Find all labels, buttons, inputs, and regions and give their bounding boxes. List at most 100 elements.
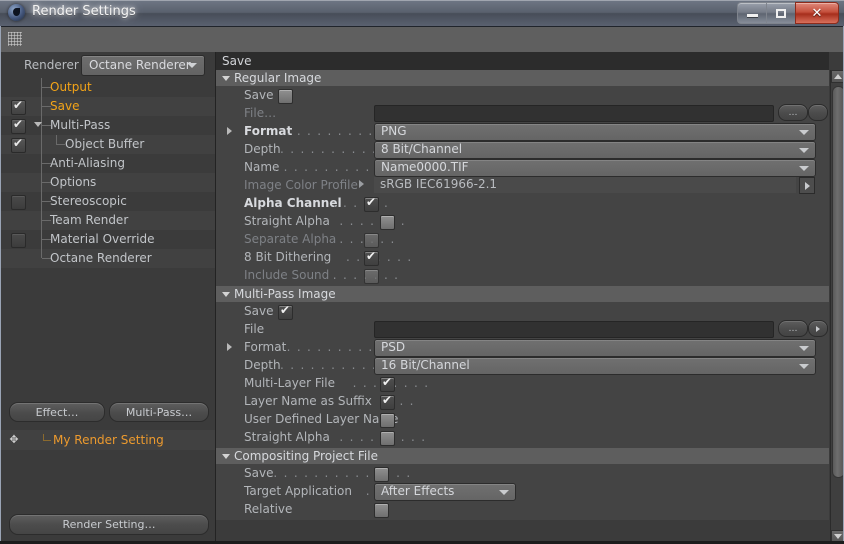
file-path-input[interactable] — [374, 105, 774, 122]
setting-checkbox[interactable] — [380, 215, 395, 230]
setting-checkbox[interactable] — [374, 467, 389, 482]
sidebar-item-octane-renderer[interactable]: Octane Renderer — [1, 249, 215, 268]
setting-checkbox[interactable] — [278, 303, 293, 320]
file-path-input[interactable] — [374, 321, 774, 338]
setting-checkbox[interactable] — [380, 375, 395, 392]
setting-checkbox[interactable] — [374, 503, 389, 518]
expander-triangle-icon[interactable] — [227, 343, 232, 351]
setting-label: File — [244, 322, 265, 336]
tree-connector — [43, 440, 51, 441]
file-options-button[interactable] — [808, 320, 828, 337]
panel-menubar[interactable] — [1, 27, 843, 53]
render-settings-window: Render Settings ✕ Renderer Octane Render… — [0, 0, 844, 544]
sidebar-item-team-render[interactable]: Team Render — [1, 211, 215, 230]
file-options-button[interactable] — [808, 104, 828, 121]
chevron-down-icon — [799, 346, 809, 351]
drag-grip-icon[interactable] — [8, 32, 22, 46]
setting-row: Image Color Profile sRGB IEC61966-2.1 — [216, 176, 829, 194]
setting-checkbox[interactable] — [380, 393, 395, 410]
setting-dropdown[interactable]: 16 Bit/Channel — [374, 357, 816, 375]
scrollbar-thumb[interactable] — [832, 86, 843, 478]
setting-label: Depth — [244, 142, 281, 156]
setting-checkbox[interactable] — [364, 195, 379, 212]
setting-checkbox[interactable] — [364, 233, 379, 248]
setting-label: Save — [244, 304, 274, 318]
setting-label: Depth — [244, 358, 281, 372]
scroll-up-button[interactable] — [831, 70, 843, 83]
render-setting-button[interactable]: Render Setting… — [9, 514, 209, 535]
group-header-label: Compositing Project File — [234, 449, 378, 463]
color-profile-menu-button[interactable] — [799, 177, 815, 194]
setting-label: Save — [244, 88, 274, 102]
setting-row: Include Sound. . . . . . . — [216, 266, 829, 284]
effect-button[interactable]: Effect… — [9, 402, 105, 422]
setting-dropdown[interactable]: Name0000.TIF — [374, 159, 816, 177]
setting-row: Depth. . . . . . . . . . . . . 16 Bit/Cha… — [216, 356, 829, 375]
setting-row: Name. . . . . . . . . . . . . Name0000.TI… — [216, 158, 829, 177]
sidebar-item-stereoscopic[interactable]: Stereoscopic — [1, 192, 215, 211]
setting-row: User Defined Layer Name — [216, 410, 829, 428]
expander-triangle-icon[interactable] — [227, 127, 232, 135]
close-button[interactable]: ✕ — [795, 2, 839, 24]
settings-sidebar: Renderer Octane Renderer Output Save Multi… — [1, 52, 216, 543]
setting-label: User Defined Layer Name — [244, 412, 399, 426]
setting-checkbox[interactable] — [380, 413, 395, 428]
setting-checkbox[interactable] — [364, 269, 379, 284]
settings-tree: Output Save Multi-Pass Object Buffer Anti-Al… — [1, 78, 215, 398]
setting-dropdown[interactable]: PSD — [374, 339, 816, 357]
group-header-label: Regular Image — [234, 71, 322, 85]
expander-triangle-icon[interactable] — [34, 122, 42, 127]
sidebar-item-label: Octane Renderer — [50, 251, 152, 265]
setting-checkbox[interactable] — [380, 431, 395, 446]
chevron-down-icon[interactable] — [222, 454, 230, 459]
current-render-setting-row[interactable]: ✥ My Render Setting — [1, 430, 215, 450]
sidebar-item-checkbox[interactable] — [11, 136, 26, 153]
vertical-scrollbar[interactable] — [830, 70, 843, 543]
window-titlebar: Render Settings ✕ — [0, 0, 844, 27]
setting-dropdown[interactable]: PNG — [374, 123, 816, 141]
sidebar-item-options[interactable]: Options — [1, 173, 215, 192]
browse-file-button[interactable]: … — [778, 104, 808, 121]
tree-connector — [56, 144, 65, 145]
setting-value: PSD — [381, 340, 406, 354]
setting-label: Straight Alpha — [244, 430, 330, 444]
sidebar-item-label: Multi-Pass — [50, 118, 111, 132]
sidebar-item-object-buffer[interactable]: Object Buffer — [1, 135, 215, 154]
sidebar-item-output[interactable]: Output — [1, 78, 215, 97]
renderer-dropdown[interactable]: Octane Renderer — [81, 55, 205, 76]
group-header-compositing-project-file[interactable]: Compositing Project File — [216, 448, 829, 464]
chevron-down-icon[interactable] — [222, 292, 230, 297]
group-header-regular-image[interactable]: Regular Image — [216, 70, 829, 86]
group-body: Save File…… Format. . . . . . . . . . . . … — [216, 86, 829, 286]
browse-file-button[interactable]: … — [778, 320, 808, 337]
setting-row: Target Application. . . .After Effects — [216, 482, 829, 501]
setting-checkbox[interactable] — [364, 249, 379, 266]
setting-value: sRGB IEC61966-2.1 — [380, 177, 498, 191]
sidebar-item-checkbox[interactable] — [11, 233, 26, 248]
sidebar-item-save[interactable]: Save — [1, 97, 215, 116]
sidebar-item-label: Output — [50, 80, 92, 94]
maximize-button[interactable] — [766, 2, 795, 24]
maximize-icon — [776, 8, 786, 18]
sidebar-item-checkbox[interactable] — [11, 195, 26, 210]
multipass-button[interactable]: Multi-Pass… — [109, 402, 209, 422]
chevron-down-icon[interactable] — [222, 76, 230, 81]
chevron-down-icon — [799, 166, 809, 171]
setting-value: 16 Bit/Channel — [381, 358, 470, 372]
setting-dropdown[interactable]: 8 Bit/Channel — [374, 141, 816, 159]
sidebar-item-checkbox[interactable] — [11, 117, 26, 134]
setting-checkbox[interactable] — [278, 89, 293, 104]
expander-triangle-icon[interactable] — [359, 180, 364, 188]
tree-connector — [41, 249, 42, 258]
setting-row: Separate Alpha. . . . . . — [216, 230, 829, 248]
sidebar-item-anti-aliasing[interactable]: Anti-Aliasing — [1, 154, 215, 173]
sidebar-item-multi-pass[interactable]: Multi-Pass — [1, 116, 215, 135]
minimize-button[interactable] — [737, 2, 766, 24]
group-header-multi-pass-image[interactable]: Multi-Pass Image — [216, 286, 829, 302]
setting-dropdown[interactable]: After Effects — [374, 483, 516, 501]
setting-label: Save — [244, 466, 274, 480]
chevron-down-icon — [799, 364, 809, 369]
chevron-down-icon — [499, 490, 509, 495]
sidebar-item-material-override[interactable]: Material Override — [1, 230, 215, 249]
sidebar-item-checkbox[interactable] — [11, 98, 26, 115]
